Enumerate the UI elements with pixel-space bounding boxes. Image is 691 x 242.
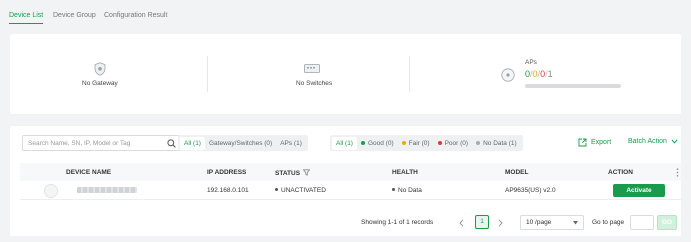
col-health[interactable]: HEALTH: [392, 169, 418, 176]
aps-title: APs: [525, 59, 537, 66]
aps-counts: 0/0/0/1: [525, 69, 553, 79]
search-box[interactable]: [22, 135, 182, 151]
filter-health-good[interactable]: Good (0): [357, 137, 398, 150]
filter-health-good-label: Good (0): [367, 139, 394, 147]
status-cell: UNACTIVATED: [275, 187, 326, 194]
divider: [409, 56, 410, 92]
device-summary-card: No Gateway No Switches APs 0/0/0/1: [10, 34, 681, 114]
ap-device-avatar: [44, 184, 58, 198]
poor-dot-icon: [437, 141, 442, 145]
table-row[interactable]: 192.168.0.101 UNACTIVATED No Data AP9635…: [20, 182, 681, 200]
no-data-dot-icon: [476, 141, 481, 145]
search-icon[interactable]: [167, 139, 176, 148]
health-text: No Data: [398, 187, 422, 194]
gateway-shield-icon: [94, 62, 106, 76]
health-dot-icon: [392, 188, 395, 191]
go-button[interactable]: GO: [657, 215, 677, 230]
tab-configuration-result[interactable]: Configuration Result: [104, 12, 167, 23]
page-number-button[interactable]: 1: [475, 215, 489, 229]
filter-health-all-label: All (1): [336, 139, 353, 147]
batch-action-dropdown[interactable]: Batch Action: [628, 138, 678, 145]
filter-icon[interactable]: [302, 169, 311, 176]
gateway-label: No Gateway: [82, 80, 118, 87]
page-size-select[interactable]: 10 /page: [520, 215, 584, 230]
chevron-left-icon[interactable]: [459, 219, 464, 227]
filter-type-all[interactable]: All (1): [180, 136, 205, 150]
page-size-value: 10 /page: [526, 219, 552, 226]
aps-total-count: 1: [547, 69, 553, 79]
filter-health-all[interactable]: All (1): [332, 136, 357, 150]
type-filter-group: All (1) Gateway/Switches (0) APs (1): [178, 135, 308, 151]
health-filter-group: All (1) Good (0) Fair (0) Poor (0) No Da…: [330, 135, 523, 151]
ap-icon: [501, 68, 515, 82]
chevron-right-icon[interactable]: [498, 219, 503, 227]
batch-action-label: Batch Action: [628, 138, 667, 145]
goto-page-input[interactable]: [630, 215, 654, 230]
good-dot-icon: [360, 141, 365, 145]
filter-health-poor[interactable]: Poor (0): [434, 137, 472, 150]
records-summary: Showing 1-1 of 1 records: [361, 219, 434, 226]
status-text: UNACTIVATED: [281, 187, 326, 194]
tab-device-list[interactable]: Device List: [9, 12, 44, 24]
col-model[interactable]: MODEL: [505, 169, 528, 176]
chevron-down-icon: [573, 221, 578, 225]
fair-dot-icon: [401, 141, 406, 145]
col-action: ACTION: [608, 169, 633, 176]
chevron-down-icon: [671, 139, 678, 144]
search-input[interactable]: [28, 136, 168, 150]
switch-icon: [304, 64, 320, 73]
more-icon[interactable]: [676, 168, 679, 177]
export-button[interactable]: Export: [578, 138, 611, 147]
aps-status-bar: [525, 84, 621, 88]
filter-health-no-data-label: No Data (1): [483, 139, 517, 147]
filter-health-poor-label: Poor (0): [444, 139, 469, 147]
status-dot-icon: [275, 188, 278, 191]
ip-cell: 192.168.0.101: [207, 187, 249, 194]
col-status[interactable]: STATUS: [275, 169, 311, 177]
filter-health-no-data[interactable]: No Data (1): [472, 137, 521, 150]
divider: [207, 56, 208, 92]
col-status-label: STATUS: [275, 170, 301, 177]
tab-device-group[interactable]: Device Group: [53, 12, 96, 23]
health-cell: No Data: [392, 187, 422, 194]
goto-page-label: Go to page: [592, 219, 625, 226]
top-tabs: Device List Device Group Configuration R…: [0, 0, 691, 30]
filter-type-gateway-switches[interactable]: Gateway/Switches (0): [205, 137, 276, 150]
col-ip-address[interactable]: IP ADDRESS: [207, 169, 246, 176]
filter-type-aps[interactable]: APs (1): [276, 137, 306, 150]
col-device-name[interactable]: DEVICE NAME: [66, 169, 111, 176]
activate-button[interactable]: Activate: [613, 184, 665, 197]
device-name-redacted[interactable]: [77, 187, 137, 193]
table-header: DEVICE NAME IP ADDRESS STATUS HEALTH MOD…: [20, 163, 681, 181]
switches-label: No Switches: [296, 80, 333, 87]
filter-health-fair-label: Fair (0): [408, 139, 430, 147]
export-label: Export: [591, 139, 612, 146]
export-icon: [578, 138, 587, 147]
model-cell: AP9635(US) v2.0: [505, 187, 556, 194]
filter-health-fair[interactable]: Fair (0): [398, 137, 434, 150]
